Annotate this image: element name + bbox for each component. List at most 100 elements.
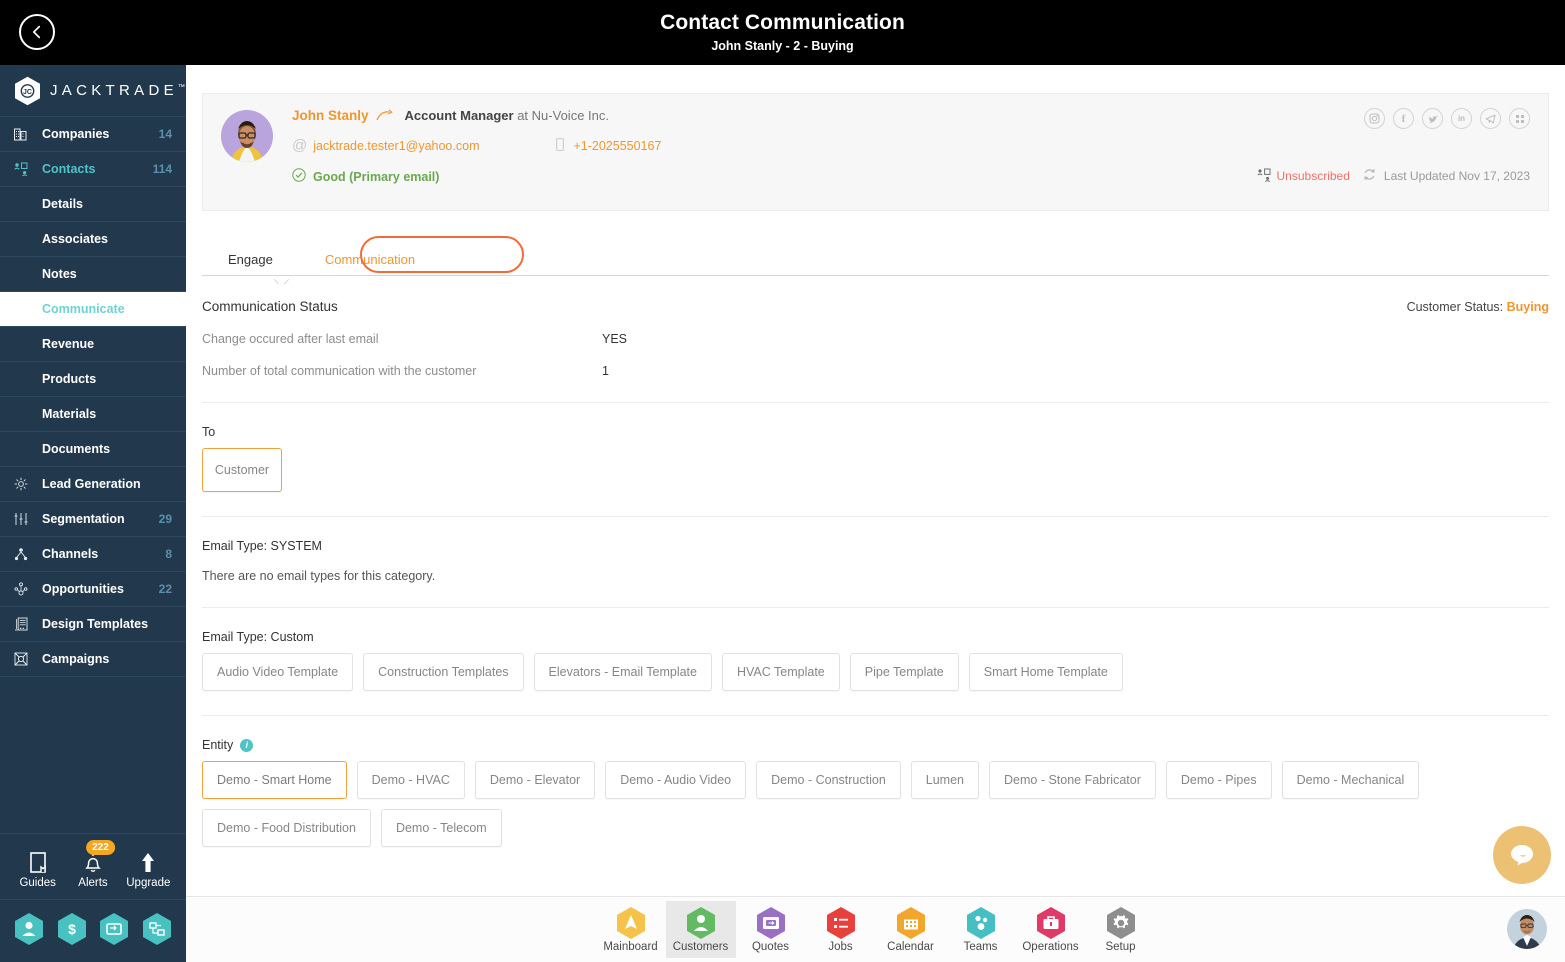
sidebar-label: Associates <box>42 232 109 246</box>
bottom-nav-customers[interactable]: Customers <box>665 901 736 958</box>
sidebar-label: Materials <box>42 407 97 421</box>
opportunities-icon <box>14 582 34 596</box>
apps-grid-icon[interactable] <box>1509 108 1530 129</box>
entity-chip[interactable]: Demo - Telecom <box>380 809 502 847</box>
contact-role: Account Manager <box>404 108 514 123</box>
sidebar-label: Companies <box>42 127 110 141</box>
tab-communication[interactable]: Communication <box>299 252 441 277</box>
sidebar-item-products[interactable]: Products <box>0 362 186 397</box>
info-icon[interactable]: i <box>240 738 254 752</box>
entity-chip[interactable]: Demo - HVAC <box>356 761 465 799</box>
alerts-button[interactable]: 222 Alerts <box>66 840 120 889</box>
facebook-icon[interactable]: f <box>1393 108 1414 129</box>
sidebar-item-opportunities[interactable]: Opportunities 22 <box>0 572 186 607</box>
bottom-nav-label: Jobs <box>828 941 853 953</box>
template-chip[interactable]: Pipe Template <box>849 653 959 691</box>
sidebar-item-associates[interactable]: Associates <box>0 222 186 257</box>
sidebar-label: Documents <box>42 442 111 456</box>
status-key: Change occured after last email <box>202 332 379 346</box>
entity-chip[interactable]: Demo - Audio Video <box>605 761 747 799</box>
workflow-hex-icon[interactable] <box>142 912 172 946</box>
guides-button[interactable]: Guides <box>11 846 65 889</box>
template-chip[interactable]: Construction Templates <box>363 653 524 691</box>
sidebar-label: Notes <box>42 267 77 281</box>
sidebar-item-revenue[interactable]: Revenue <box>0 327 186 362</box>
status-key: Number of total communication with the c… <box>202 364 477 378</box>
status-value: 1 <box>602 364 609 378</box>
instagram-icon[interactable] <box>1364 108 1385 129</box>
to-section: To Customer <box>202 425 1549 492</box>
entity-chip[interactable]: Demo - Food Distribution <box>202 809 371 847</box>
upgrade-button[interactable]: Upgrade <box>121 846 175 889</box>
bottom-nav-calendar[interactable]: Calendar <box>876 901 946 958</box>
contact-email[interactable]: jacktrade.tester1@yahoo.com <box>313 139 479 153</box>
book-icon <box>11 846 65 874</box>
sidebar-item-contacts[interactable]: Contacts 114 <box>0 152 186 187</box>
sidebar-item-channels[interactable]: Channels 8 <box>0 537 186 572</box>
sidebar-item-segmentation[interactable]: Segmentation 29 <box>0 502 186 537</box>
at-icon: @ <box>292 137 308 154</box>
bottom-nav-quotes[interactable]: Quotes <box>736 901 806 958</box>
bottom-nav-teams[interactable]: Teams <box>946 901 1016 958</box>
contact-name[interactable]: John Stanly <box>292 108 369 123</box>
tab-engage[interactable]: Engage <box>202 252 299 277</box>
sidebar-label: Revenue <box>42 337 95 351</box>
dollar-hex-icon[interactable]: $ <box>57 912 87 946</box>
contact-avatar[interactable] <box>221 110 273 162</box>
brand-logo[interactable]: JC JACKTRADE™ <box>0 65 186 117</box>
entity-chip[interactable]: Demo - Mechanical <box>1281 761 1420 799</box>
entity-chip[interactable]: Demo - Elevator <box>474 761 596 799</box>
entity-chip[interactable]: Demo - Pipes <box>1165 761 1272 799</box>
divider <box>202 715 1549 716</box>
sidebar-item-lead-generation[interactable]: Lead Generation <box>0 467 186 502</box>
last-updated: Last Updated Nov 17, 2023 <box>1383 169 1530 183</box>
linkedin-icon[interactable]: in <box>1451 108 1472 129</box>
sidebar-item-design-templates[interactable]: Design Templates <box>0 607 186 642</box>
entity-label: Entity <box>202 738 234 752</box>
sidebar-item-documents[interactable]: Documents <box>0 432 186 467</box>
sidebar-item-companies[interactable]: Companies 14 <box>0 117 186 152</box>
design-templates-icon <box>14 617 34 631</box>
sidebar-quick-actions: $ <box>0 899 186 962</box>
chevron-left-icon <box>32 25 41 39</box>
sidebar-count: 22 <box>158 582 172 596</box>
template-chip[interactable]: HVAC Template <box>721 653 840 691</box>
bottom-nav-jobs[interactable]: Jobs <box>806 901 876 958</box>
entity-chip[interactable]: Demo - Smart Home <box>202 761 347 799</box>
template-chip[interactable]: Audio Video Template <box>202 653 354 691</box>
bottom-nav-setup[interactable]: Setup <box>1086 901 1156 958</box>
sidebar-item-materials[interactable]: Materials <box>0 397 186 432</box>
setup-hex-icon <box>1086 907 1156 939</box>
sidebar-tools: Guides 222 Alerts Upgrade <box>0 833 186 899</box>
refresh-icon[interactable] <box>1362 167 1377 185</box>
sidebar-item-campaigns[interactable]: Campaigns <box>0 642 186 677</box>
entity-chip[interactable]: Demo - Construction <box>756 761 901 799</box>
template-chip[interactable]: Smart Home Template <box>968 653 1123 691</box>
user-profile-avatar[interactable] <box>1507 909 1547 949</box>
entity-section: Entity i Demo - Smart Home Demo - HVAC D… <box>202 738 1549 847</box>
card-hex-icon[interactable] <box>99 912 129 946</box>
share-arrow-icon[interactable] <box>375 108 393 123</box>
to-chip-customer[interactable]: Customer <box>202 448 282 492</box>
chat-widget-button[interactable] <box>1493 826 1551 884</box>
contact-phone[interactable]: +1-2025550167 <box>573 139 661 153</box>
entity-chip[interactable]: Lumen <box>910 761 979 799</box>
building-icon <box>14 127 34 141</box>
email-type-system-empty: There are no email types for this catego… <box>202 569 436 583</box>
person-hex-icon[interactable] <box>14 912 44 946</box>
bottom-nav-mainboard[interactable]: Mainboard <box>596 901 666 958</box>
sidebar-item-communicate[interactable]: Communicate <box>0 292 186 327</box>
sidebar-item-details[interactable]: Details <box>0 187 186 222</box>
entity-chip[interactable]: Demo - Stone Fabricator <box>989 761 1156 799</box>
bottom-nav-operations[interactable]: Operations <box>1016 901 1086 958</box>
bottom-nav-label: Setup <box>1105 941 1136 953</box>
upgrade-label: Upgrade <box>126 877 171 889</box>
template-chip[interactable]: Elevators - Email Template <box>533 653 712 691</box>
contact-company: Nu-Voice Inc. <box>531 108 609 123</box>
sidebar-label: Lead Generation <box>42 477 141 491</box>
mainboard-hex-icon <box>596 907 666 939</box>
telegram-icon[interactable] <box>1480 108 1501 129</box>
twitter-icon[interactable] <box>1422 108 1443 129</box>
back-button[interactable] <box>19 14 55 50</box>
sidebar-item-notes[interactable]: Notes <box>0 257 186 292</box>
